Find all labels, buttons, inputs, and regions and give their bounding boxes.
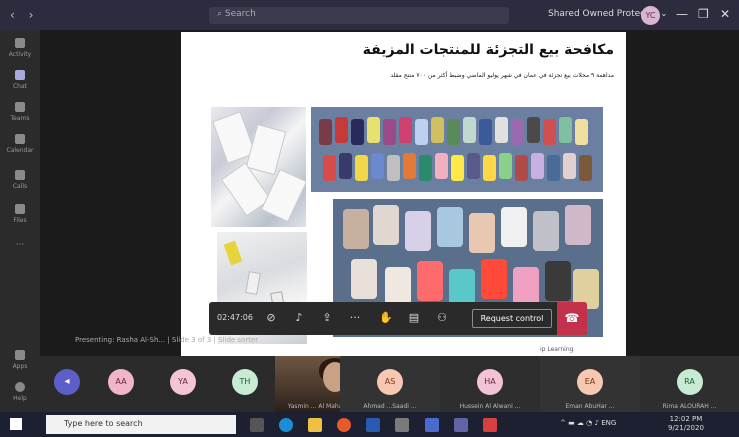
title-bar: ‹ › ⌕ Search Shared Owned Protect... ⌄ Y… [0, 0, 739, 30]
participant-name: Hussein Al Alwani ... [459, 403, 521, 410]
participant-tile[interactable]: YA [152, 356, 214, 412]
chrome-icon[interactable] [337, 418, 352, 432]
participant-avatar: EA [577, 369, 603, 395]
hang-up-icon: ☎ [564, 311, 580, 325]
calendar-icon [15, 134, 25, 144]
back-icon[interactable]: ‹ [10, 8, 15, 22]
rail-calendar[interactable]: Calendar [4, 134, 36, 154]
participant-avatar: YA [170, 369, 196, 395]
search-icon: ⌕ [217, 9, 225, 19]
teams-icon[interactable] [453, 418, 468, 432]
nav-arrows: ‹ › [10, 8, 43, 22]
file-icon [15, 204, 25, 214]
participant-tile[interactable]: HA Hussein Al Alwani ... [440, 356, 540, 412]
maximize-button[interactable]: ❐ [698, 7, 709, 21]
search-input[interactable]: ⌕ Search [209, 7, 509, 24]
task-view-icon[interactable] [250, 418, 264, 432]
language-indicator[interactable]: ENG [601, 419, 616, 427]
presenter-label: Presenting: Rasha Al-Sh... | Slide 3 of … [75, 336, 259, 344]
edge-icon[interactable] [279, 418, 294, 432]
forward-icon[interactable]: › [29, 8, 34, 22]
participant-tile[interactable]: AA [90, 356, 152, 412]
request-control-button[interactable]: Request control [472, 309, 552, 328]
participant-avatar: RA [676, 369, 703, 395]
raise-hand-icon[interactable]: ✋ [379, 311, 393, 325]
add-participant-icon: ◂ [54, 369, 80, 395]
taskbar-apps [250, 417, 507, 436]
share-screen-icon[interactable]: ⇪ [320, 311, 334, 325]
participant-avatar: AS [377, 369, 403, 395]
rail-files[interactable]: Files [4, 204, 36, 224]
participant-gallery: ◂ AA YA TH Yasmin ... Al Maharmeh AS Ahm… [40, 356, 739, 412]
rail-activity[interactable]: Activity [4, 38, 36, 58]
participant-name: Rima ALOURAH ... [662, 403, 717, 410]
more-icon: ··· [15, 240, 25, 250]
participant-tile[interactable]: AS Ahmad ...Saadi ... [340, 356, 440, 412]
photo-colorful-cases-rack [311, 107, 603, 192]
outlook-icon[interactable] [424, 418, 439, 432]
app-icon[interactable] [395, 418, 410, 432]
participant-tile[interactable]: EA Eman AbuHar ... [540, 356, 640, 412]
rail-chat[interactable]: Chat [4, 70, 36, 90]
participant-name: Eman AbuHar ... [565, 403, 615, 410]
participant-tile-add[interactable]: ◂ [40, 356, 90, 412]
more-actions-icon[interactable]: ··· [348, 311, 362, 325]
meeting-controls: 02:47:06 ⊘ ♪ ⇪ ··· ✋ ▤ ⚇ Request control… [209, 302, 587, 335]
photo-boxed-cases [211, 107, 306, 227]
rail-calls[interactable]: Calls [4, 170, 36, 190]
mic-off-icon[interactable]: ♪ [292, 311, 306, 325]
chat-icon [15, 70, 25, 80]
windows-start-icon[interactable] [10, 418, 22, 430]
taskbar-clock[interactable]: 12:02 PM 9/21/2020 [668, 415, 704, 433]
participant-avatar: HA [477, 369, 503, 395]
app-rail: Activity Chat Teams Calendar Calls Files… [0, 30, 40, 412]
tray-icons[interactable]: ^ ▬ ☁ ◔ ♪ [560, 419, 601, 427]
meeting-timer: 02:47:06 [217, 313, 253, 322]
file-explorer-icon[interactable] [308, 418, 323, 432]
hang-up-button[interactable]: ☎ [557, 302, 587, 335]
participant-avatar: TH [232, 369, 258, 395]
rail-more[interactable]: ··· [4, 240, 36, 250]
rail-help[interactable]: Help [4, 382, 36, 402]
pdf-icon[interactable] [482, 418, 497, 432]
participant-tile[interactable]: TH [214, 356, 276, 412]
chat-icon[interactable]: ▤ [407, 311, 421, 325]
rail-teams[interactable]: Teams [4, 102, 36, 122]
windows-taskbar: Type here to search ^ ▬ ☁ ◔ ♪ ENG 12:02 … [0, 412, 739, 437]
participant-name: Ahmad ...Saadi ... [363, 403, 417, 410]
phone-icon [15, 170, 25, 180]
taskbar-search-input[interactable]: Type here to search [46, 415, 236, 434]
user-avatar[interactable]: YC [641, 6, 660, 25]
bell-icon [15, 38, 25, 48]
participants-icon[interactable]: ⚇ [435, 311, 449, 325]
camera-off-icon[interactable]: ⊘ [264, 311, 278, 325]
system-tray: ^ ▬ ☁ ◔ ♪ ENG [560, 419, 616, 427]
help-icon [15, 382, 25, 392]
close-button[interactable]: ✕ [720, 7, 730, 21]
participant-avatar: AA [108, 369, 134, 395]
word-icon[interactable] [366, 418, 381, 432]
participant-tile[interactable]: RA Rima ALOURAH ... [640, 356, 739, 412]
teams-icon [15, 102, 25, 112]
slide-subtitle: مداهمة ٩ محلات بيع تجزئة في عمان في شهر … [390, 72, 614, 79]
rail-apps[interactable]: Apps [4, 350, 36, 370]
slide-title: مكافحة بيع التجزئة للمنتجات المزيفة [362, 42, 614, 58]
minimize-button[interactable]: — [676, 7, 688, 21]
slide-footer: ip Learning [540, 346, 574, 353]
apps-icon [15, 350, 25, 360]
